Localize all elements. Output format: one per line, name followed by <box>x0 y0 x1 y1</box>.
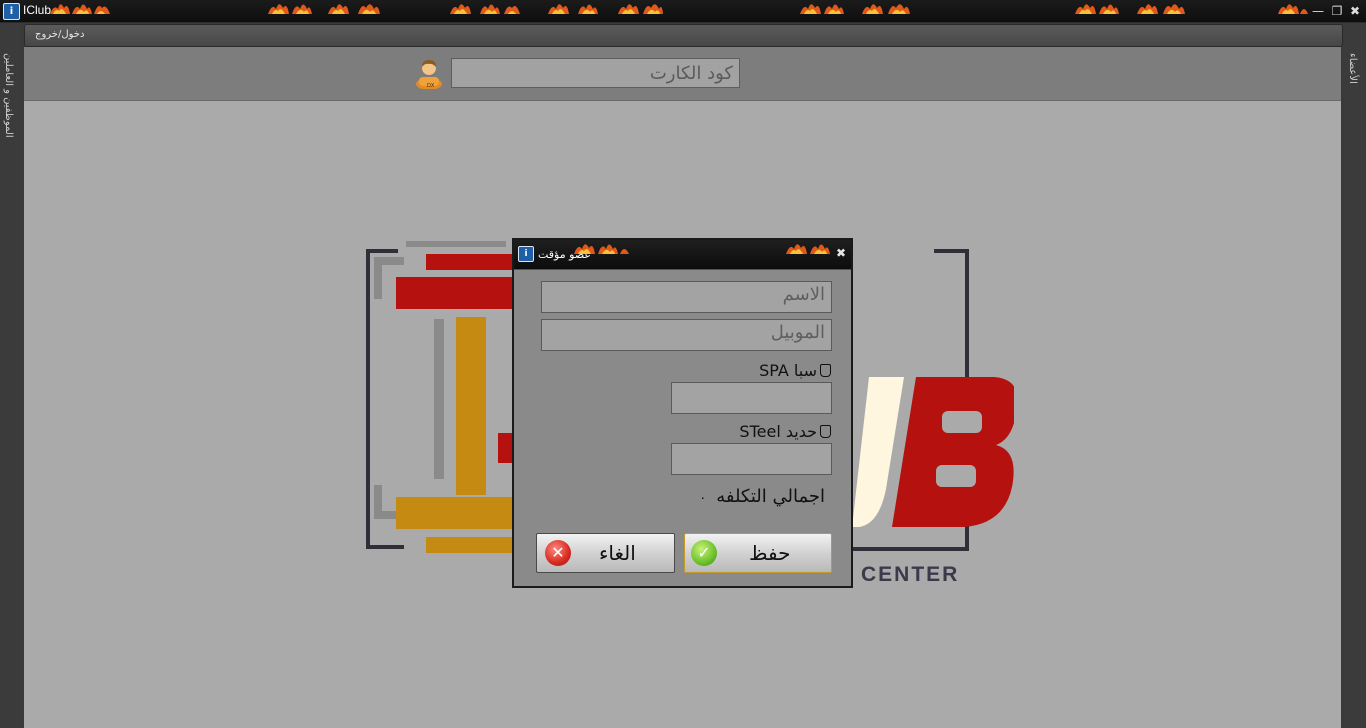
total-cost-value: ٠ <box>699 491 707 506</box>
restore-icon: ❐ <box>1331 4 1343 18</box>
top-panel: DX كود الكارت <box>24 47 1341 101</box>
close-icon: ✖ <box>1349 4 1361 18</box>
close-icon: ✖ <box>835 246 846 260</box>
steel-checkbox-row[interactable]: حديد STeel <box>739 422 831 441</box>
minimize-button[interactable]: — <box>1310 3 1326 19</box>
total-cost-row: اجمالي التكلفه ٠ <box>699 486 825 507</box>
name-input[interactable]: الاسم <box>541 281 832 313</box>
title-bar: i IClub — ❐ ✖ <box>0 0 1366 23</box>
mobile-input[interactable]: الموبيل <box>541 319 832 351</box>
cancel-button[interactable]: ✕ الغاء <box>536 533 675 573</box>
app-logo-icon: i <box>3 3 20 20</box>
cancel-label: الغاء <box>599 541 636 565</box>
menu-item-check-in-out[interactable]: دخول/خروج <box>35 29 84 40</box>
user-icon[interactable]: DX <box>414 57 444 89</box>
flames-decoration <box>50 4 110 14</box>
restore-button[interactable]: ❐ <box>1329 3 1345 19</box>
right-side-tab[interactable]: الأعضاء <box>1344 23 1366 728</box>
temporary-member-dialog: i عضو مؤقت ✖ الاسم الموبيل سبا SPA حديد … <box>512 238 853 588</box>
svg-text:DX: DX <box>427 83 435 89</box>
window-title: IClub <box>23 3 52 17</box>
app-logo-icon: i <box>518 246 534 262</box>
side-tab-members-label: الأعضاء <box>1347 53 1358 84</box>
steel-amount-input[interactable] <box>671 443 832 475</box>
flames-decoration <box>1278 4 1308 14</box>
flames-decoration <box>1075 4 1185 14</box>
flames-decoration <box>548 4 663 14</box>
dialog-title-bar[interactable]: i عضو مؤقت ✖ <box>514 240 851 270</box>
steel-checkbox[interactable] <box>820 425 831 438</box>
spa-checkbox-row[interactable]: سبا SPA <box>759 361 831 380</box>
check-icon: ✓ <box>691 540 717 566</box>
spa-label: سبا SPA <box>759 361 817 380</box>
side-tab-employees-label: الموظفين و العاملين <box>3 53 14 138</box>
logo-center-text: CENTER <box>861 563 959 586</box>
minimize-icon: — <box>1312 4 1324 18</box>
flames-decoration <box>786 244 830 254</box>
menu-strip: دخول/خروج <box>24 24 1343 47</box>
total-cost-label: اجمالي التكلفه <box>716 486 825 507</box>
cancel-icon: ✕ <box>545 540 571 566</box>
save-button[interactable]: ✓ حفظ <box>684 533 832 573</box>
dialog-close-button[interactable]: ✖ <box>836 246 846 260</box>
card-code-input[interactable]: كود الكارت <box>451 58 740 88</box>
close-button[interactable]: ✖ <box>1347 3 1363 19</box>
flames-decoration <box>450 4 520 14</box>
flames-decoration <box>268 4 380 14</box>
flames-decoration <box>574 244 629 254</box>
flames-decoration <box>800 4 910 14</box>
left-side-tab[interactable]: الموظفين و العاملين <box>0 23 22 728</box>
spa-amount-input[interactable] <box>671 382 832 414</box>
save-label: حفظ <box>749 541 791 565</box>
spa-checkbox[interactable] <box>820 364 831 377</box>
steel-label: حديد STeel <box>739 422 817 441</box>
